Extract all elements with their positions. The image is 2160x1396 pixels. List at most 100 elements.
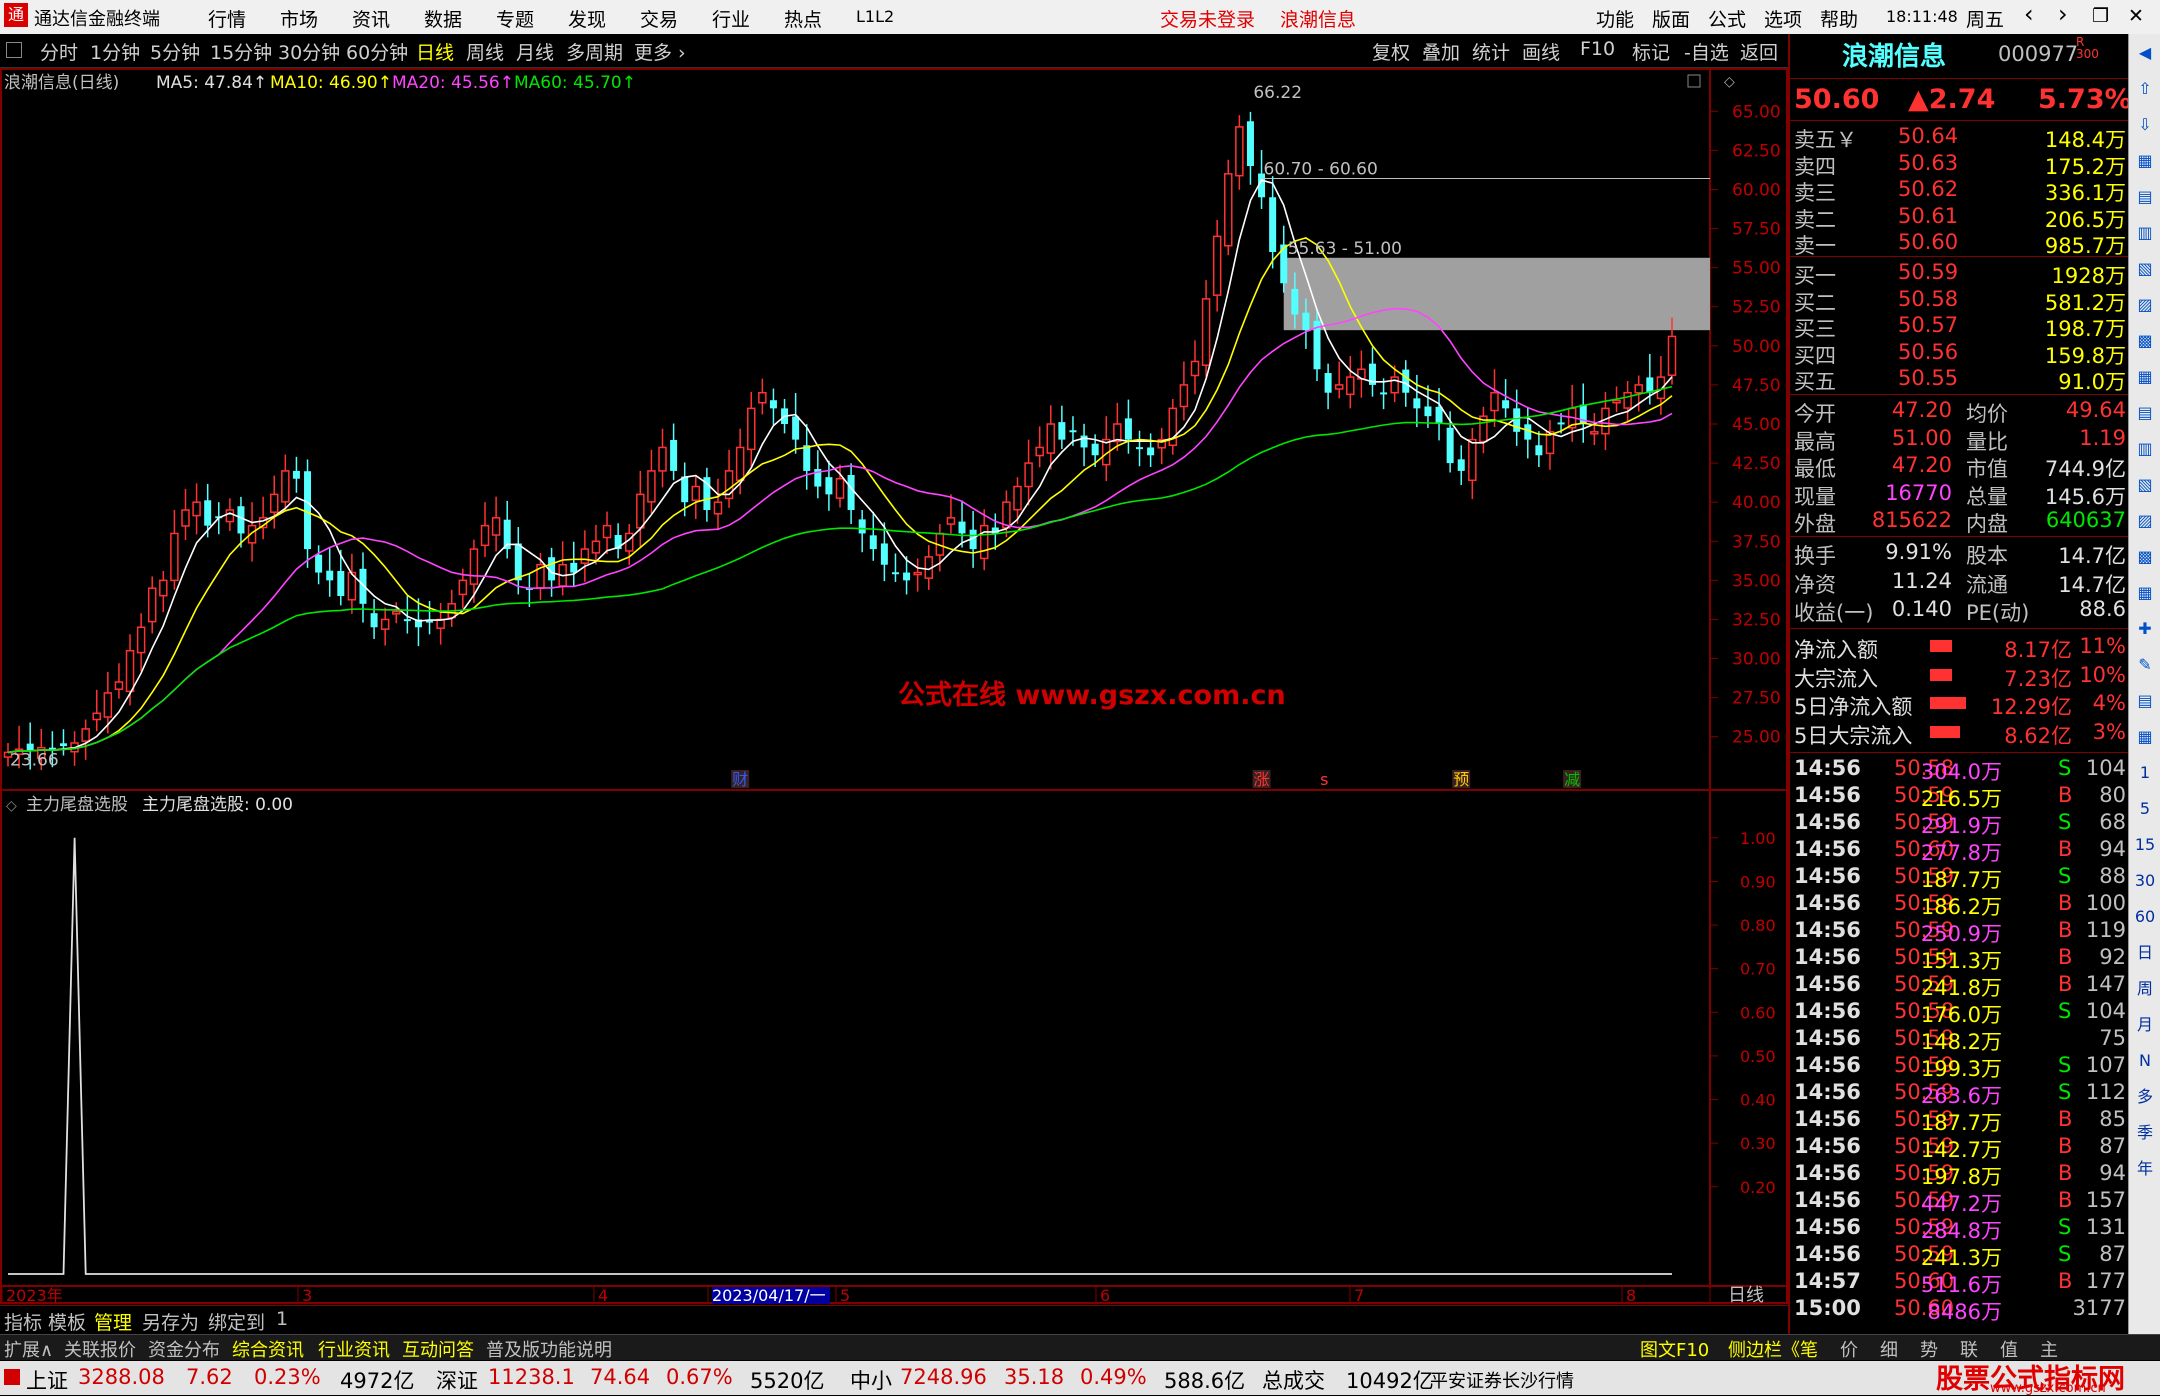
link-guanlianbaojia[interactable]: 关联报价 (64, 1336, 136, 1362)
period-more[interactable]: 更多 › (634, 38, 686, 65)
forward-icon[interactable]: › (2058, 0, 2068, 28)
side-tool-icon[interactable]: 月 (2132, 1012, 2158, 1038)
side-tool-icon[interactable]: ▤ (2132, 400, 2158, 426)
tool-tongji[interactable]: 统计 (1472, 38, 1510, 65)
close-icon[interactable]: ✕ (2128, 5, 2144, 27)
side-tool-icon[interactable]: 30 (2132, 868, 2158, 894)
period-monthly[interactable]: 月线 (516, 38, 554, 65)
side-tool-icon[interactable]: ▧ (2132, 256, 2158, 282)
tab-bangdingdao[interactable]: 绑定到 (208, 1308, 265, 1335)
side-tool-icon[interactable]: ✚ (2132, 616, 2158, 642)
side-tool-icon[interactable]: ▩ (2132, 328, 2158, 354)
tab-lingcunwei[interactable]: 另存为 (142, 1308, 199, 1335)
sell-row[interactable]: 卖二 50.61 206.5万 (1790, 204, 2130, 232)
link-zijinfenbu[interactable]: 资金分布 (148, 1336, 220, 1362)
side-tool-icon[interactable]: ▥ (2132, 220, 2158, 246)
side-tool-icon[interactable]: ▥ (2132, 436, 2158, 462)
side-tool-icon[interactable]: 5 (2132, 796, 2158, 822)
menu-shichang[interactable]: 市场 (280, 5, 318, 32)
period-weekly[interactable]: 周线 (466, 38, 504, 65)
menu-shuju[interactable]: 数据 (424, 5, 462, 32)
menu-redian[interactable]: 热点 (784, 5, 822, 32)
menu-xuanxiang[interactable]: 选项 (1764, 5, 1802, 32)
menu-gongshi[interactable]: 公式 (1708, 5, 1746, 32)
restore-icon[interactable]: ❐ (2092, 5, 2109, 27)
menu-square-icon[interactable] (6, 42, 22, 58)
side-tool-icon[interactable]: N (2132, 1048, 2158, 1074)
period-60min[interactable]: 60分钟 (346, 38, 408, 65)
menu-faxian[interactable]: 发现 (568, 5, 606, 32)
link-hangyezixun[interactable]: 行业资讯 (318, 1336, 390, 1362)
side-tool-icon[interactable]: 1 (2132, 760, 2158, 786)
buy-row[interactable]: 买三 50.57 198.7万 (1790, 313, 2130, 341)
tab-xi[interactable]: 细 (1880, 1336, 1898, 1362)
link-zonghezixun[interactable]: 综合资讯 (232, 1336, 304, 1362)
side-tool-icon[interactable]: 日 (2132, 940, 2158, 966)
side-tool-icon[interactable]: ▦ (2132, 148, 2158, 174)
link-hudongwenda[interactable]: 互动问答 (402, 1336, 474, 1362)
side-tool-icon[interactable]: ▦ (2132, 724, 2158, 750)
side-tool-icon[interactable]: ⇧ (2132, 76, 2158, 102)
link-tuwen-f10[interactable]: 图文F10 (1640, 1336, 1709, 1362)
menu-hangye[interactable]: 行业 (712, 5, 750, 32)
link-kuozhan[interactable]: 扩展∧ (4, 1336, 53, 1362)
menu-l1l2[interactable]: L1L2 (856, 7, 894, 26)
period-1min[interactable]: 1分钟 (90, 38, 140, 65)
side-tool-icon[interactable]: ▤ (2132, 184, 2158, 210)
menu-jiaoyi[interactable]: 交易 (640, 5, 678, 32)
tool-zixuan[interactable]: -自选 (1684, 38, 1729, 65)
buy-row[interactable]: 买四 50.56 159.8万 (1790, 340, 2130, 368)
chart-area[interactable]: ◇ 65.00 62.50 60.00 57.50 55.00 52.50 50.00 47.… (0, 68, 1788, 1305)
tab-number[interactable]: 1 (276, 1308, 288, 1330)
side-tool-icon[interactable]: ▩ (2132, 544, 2158, 570)
back-icon[interactable]: ‹ (2024, 0, 2034, 28)
sell-row[interactable]: 卖五￥ 50.64 148.4万 (1790, 124, 2130, 152)
tool-fanhui[interactable]: 返回 (1740, 38, 1778, 65)
menu-bangzhu[interactable]: 帮助 (1820, 5, 1858, 32)
period-15min[interactable]: 15分钟 (210, 38, 272, 65)
tab-bi[interactable]: 笔 (1800, 1336, 1818, 1362)
tool-biaoji[interactable]: 标记 (1632, 38, 1670, 65)
side-tool-icon[interactable]: 60 (2132, 904, 2158, 930)
period-fenshi[interactable]: 分时 (40, 38, 78, 65)
side-tool-icon[interactable]: ⇩ (2132, 112, 2158, 138)
tab-guanli[interactable]: 管理 (94, 1308, 132, 1335)
sh-label[interactable]: 上证 (26, 1365, 68, 1395)
side-tool-icon[interactable]: ✎ (2132, 652, 2158, 678)
side-tool-icon[interactable]: ▧ (2132, 472, 2158, 498)
side-tool-icon[interactable]: ▨ (2132, 292, 2158, 318)
menu-zixun[interactable]: 资讯 (352, 5, 390, 32)
side-tool-icon[interactable]: ▦ (2132, 580, 2158, 606)
period-30min[interactable]: 30分钟 (278, 38, 340, 65)
side-tool-icon[interactable]: ▨ (2132, 508, 2158, 534)
tool-huaxian[interactable]: 画线 (1522, 38, 1560, 65)
sell-row[interactable]: 卖一 50.60 985.7万 (1790, 230, 2130, 258)
sell-row[interactable]: 卖四 50.63 175.2万 (1790, 151, 2130, 179)
trade-login-status[interactable]: 交易未登录 (1160, 5, 1255, 32)
tab-jia[interactable]: 价 (1840, 1336, 1858, 1362)
tool-f10[interactable]: F10 (1580, 38, 1615, 60)
side-tool-icon[interactable]: 季 (2132, 1120, 2158, 1146)
sz-label[interactable]: 深证 (436, 1365, 478, 1395)
tool-fuquan[interactable]: 复权 (1372, 38, 1410, 65)
buy-row[interactable]: 买五 50.55 91.0万 (1790, 366, 2130, 394)
tab-zhibiao[interactable]: 指标 (4, 1308, 42, 1335)
side-tool-icon[interactable]: ◀ (2132, 40, 2158, 66)
side-tool-icon[interactable]: 周 (2132, 976, 2158, 1002)
buy-row[interactable]: 买二 50.58 581.2万 (1790, 287, 2130, 315)
period-daily[interactable]: 日线 (416, 38, 454, 65)
tool-diejia[interactable]: 叠加 (1422, 38, 1460, 65)
menu-gongneng[interactable]: 功能 (1596, 5, 1634, 32)
link-sidebar[interactable]: 侧边栏《 (1728, 1336, 1800, 1362)
zx-label[interactable]: 中小 (850, 1365, 892, 1395)
side-tool-icon[interactable]: ▦ (2132, 364, 2158, 390)
side-tool-icon[interactable]: 多 (2132, 1084, 2158, 1110)
buy-row[interactable]: 买一 50.59 1928万 (1790, 260, 2130, 288)
link-pujiban[interactable]: 普及版功能说明 (486, 1336, 612, 1362)
menu-banmian[interactable]: 版面 (1652, 5, 1690, 32)
period-5min[interactable]: 5分钟 (150, 38, 200, 65)
menu-zhuanti[interactable]: 专题 (496, 5, 534, 32)
side-tool-icon[interactable]: 15 (2132, 832, 2158, 858)
period-multi[interactable]: 多周期 (566, 38, 623, 65)
side-tool-icon[interactable]: 年 (2132, 1156, 2158, 1182)
